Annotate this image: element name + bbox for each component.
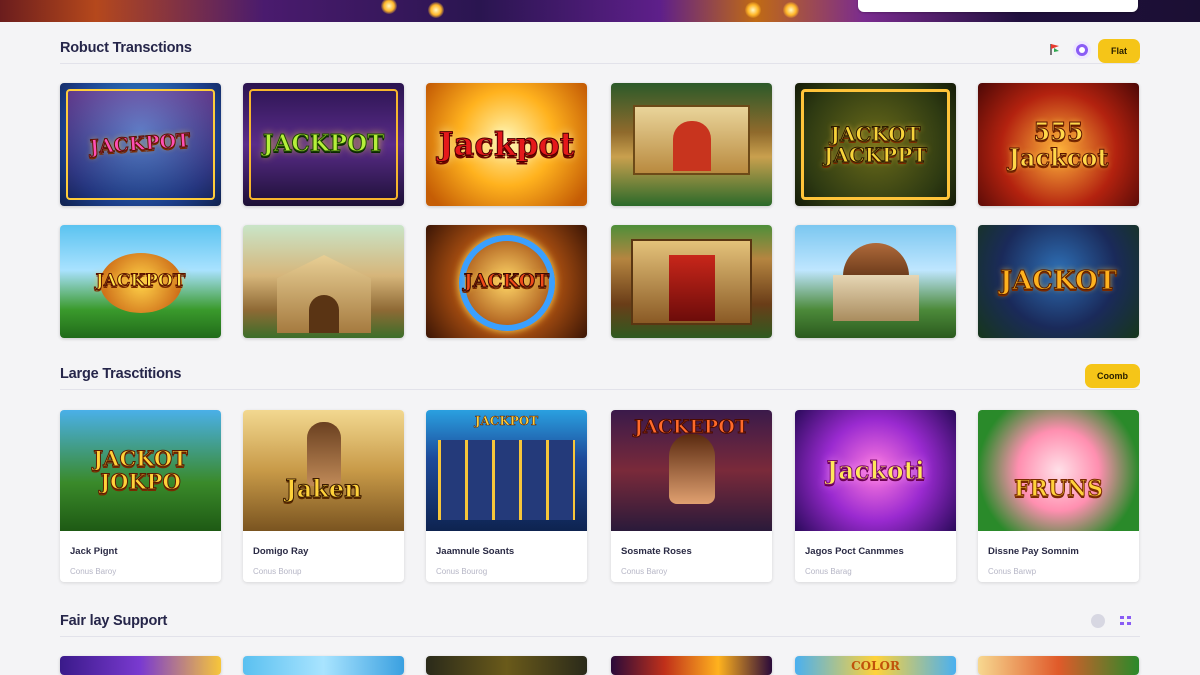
palace-door [309, 295, 339, 333]
game-tile-art: 555 Jackcot [978, 83, 1139, 206]
profile-icon[interactable] [1073, 41, 1091, 59]
game-logo-text: JACKPOT [95, 270, 186, 291]
game-card-title: Domigo Ray [253, 546, 309, 557]
game-card[interactable]: Jaken Domigo Ray Conus Bonup [243, 410, 404, 582]
light-bulb-decoration [428, 2, 444, 18]
game-card-thumbnail: JACKOT JOKPO [60, 410, 221, 531]
game-card-meta: Conus Baroy [621, 567, 668, 576]
game-tile-art [795, 225, 956, 338]
game-tile[interactable]: JACKPOT [243, 83, 404, 206]
section-title: Large Trasctitions [60, 366, 182, 382]
section-title: Fair lay Support [60, 613, 168, 629]
game-card-title: Jaamnule Soants [436, 546, 515, 557]
flat-button[interactable]: Flat [1098, 39, 1140, 63]
game-tile-art [60, 656, 221, 675]
game-tile[interactable] [978, 656, 1139, 675]
game-logo-text: Jackpot [438, 124, 575, 163]
dome-building [833, 275, 919, 321]
game-tile[interactable] [795, 225, 956, 338]
game-card-thumbnail: Jackoti [795, 410, 956, 531]
game-tile[interactable]: JACKOT JACKPPT [795, 83, 956, 206]
game-card[interactable]: JACKEPOT Sosmate Roses Conus Baroy [611, 410, 772, 582]
game-tile[interactable]: 555 Jackcot [978, 83, 1139, 206]
flag-icon[interactable] [1047, 40, 1063, 58]
circle-icon[interactable] [1091, 614, 1105, 628]
game-tile[interactable] [243, 225, 404, 338]
game-card-thumbnail: JACKEPOT [611, 410, 772, 531]
game-card-thumbnail: JACKPOT [426, 410, 587, 531]
section-title: Robuct Transctions [60, 40, 192, 56]
game-tile[interactable] [243, 656, 404, 675]
game-tile-art [243, 225, 404, 338]
game-card[interactable]: JACKPOT Jaamnule Soants Conus Bourog [426, 410, 587, 582]
game-tile[interactable] [426, 656, 587, 675]
game-card-meta: Conus Bonup [253, 567, 302, 576]
game-tile[interactable]: JACKOT [426, 225, 587, 338]
game-card[interactable]: Jackoti Jagos Poct Canmmes Conus Barag [795, 410, 956, 582]
coomb-button[interactable]: Coomb [1085, 364, 1140, 388]
game-tile[interactable]: Jackpot [426, 83, 587, 206]
game-logo-text: JACKEPOT [634, 416, 750, 439]
game-tile-art: JACKPOT [60, 83, 221, 206]
game-tile-art [426, 656, 587, 675]
light-bulb-decoration [783, 2, 799, 18]
game-logo-text: Jackoti [826, 456, 925, 486]
game-card-title: Sosmate Roses [621, 546, 692, 557]
game-tile-art: JACKPOT [243, 83, 404, 206]
game-card[interactable]: JACKOT JOKPO Jack Pignt Conus Baroy [60, 410, 221, 582]
game-tile-art [611, 83, 772, 206]
game-card-meta: Conus Barag [805, 567, 852, 576]
game-tile-art [243, 656, 404, 675]
game-tile[interactable] [611, 83, 772, 206]
reels [438, 440, 575, 520]
game-logo-text: COLOR [851, 658, 900, 673]
marquee-frame [249, 89, 398, 200]
game-tile-art: Jackpot [426, 83, 587, 206]
game-tile-art: JACKOT [426, 225, 587, 338]
game-logo-text: JACKPOT [474, 414, 539, 429]
game-tile-art [611, 225, 772, 338]
divider [60, 636, 1140, 637]
game-logo-text: 555 Jackcot [1008, 117, 1109, 172]
character [669, 434, 715, 504]
dome [843, 243, 909, 277]
game-tile-art: JACKOT [978, 225, 1139, 338]
search-input[interactable] [858, 0, 1138, 12]
light-bulb-decoration [381, 0, 397, 14]
divider [60, 63, 1140, 64]
temple-door [673, 121, 711, 171]
game-card-title: Jagos Poct Canmmes [805, 546, 904, 557]
game-tile-art: JACKPOT [60, 225, 221, 338]
game-card-thumbnail: Jaken [243, 410, 404, 531]
game-card-meta: Conus Bourog [436, 567, 488, 576]
game-card[interactable]: FRUNS Dissne Pay Somnim Conus Barwp [978, 410, 1139, 582]
game-tile-art: JACKOT JACKPPT [795, 83, 956, 206]
game-card-meta: Conus Barwp [988, 567, 1037, 576]
game-tile-art: COLOR [795, 656, 956, 675]
casino-entrance [669, 255, 715, 321]
game-tile-art [611, 656, 772, 675]
game-logo-text: FRUNS [1013, 475, 1104, 502]
game-tile[interactable] [611, 225, 772, 338]
game-logo-text: JACKOT [463, 269, 550, 292]
game-card-thumbnail: FRUNS [978, 410, 1139, 531]
game-card-title: Dissne Pay Somnim [988, 546, 1079, 557]
game-tile[interactable]: COLOR [795, 656, 956, 675]
game-logo-text: Jaken [285, 474, 362, 504]
game-tile-art [978, 656, 1139, 675]
game-tile[interactable] [611, 656, 772, 675]
game-tile[interactable]: JACKOT [978, 225, 1139, 338]
game-tile[interactable]: JACKPOT [60, 83, 221, 206]
grid-icon[interactable] [1115, 612, 1137, 630]
game-logo-text: JACKOT JOKPO [93, 446, 189, 494]
game-card-title: Jack Pignt [70, 546, 118, 557]
game-logo-text: JACKOT [999, 265, 1118, 296]
marquee-frame [801, 89, 950, 200]
divider [60, 389, 1140, 390]
game-tile[interactable]: JACKPOT [60, 225, 221, 338]
top-banner [0, 0, 1200, 22]
game-tile[interactable] [60, 656, 221, 675]
game-card-meta: Conus Baroy [70, 567, 117, 576]
light-bulb-decoration [745, 2, 761, 18]
